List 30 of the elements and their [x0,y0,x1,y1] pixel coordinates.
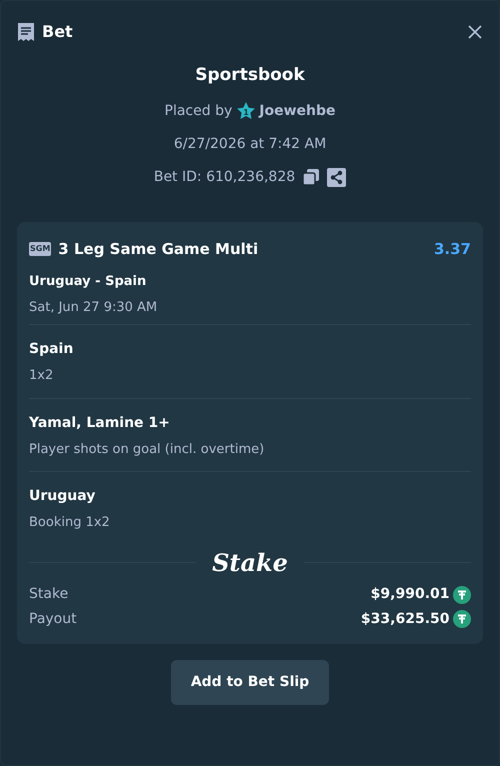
sgm-badge: SGM [29,242,52,256]
selection-name: Spain [29,340,74,359]
share-icon[interactable] [327,168,346,186]
brand-logo: Stake [211,546,289,578]
tether-coin-icon [453,586,471,604]
bet-title: 3 Leg Same Game Multi [58,238,258,260]
add-to-bet-slip-button[interactable]: Add to Bet Slip [170,660,330,704]
placed-by-label: Placed by [164,102,232,120]
match-name: Uruguay - Spain [29,273,148,291]
username-link[interactable]: Joewehbe [259,100,336,122]
selection-name: Yamal, Lamine 1+ [29,414,171,432]
date-text: 6/27/2026 at 7:42 AM [174,134,326,154]
dialog-title: Bet [42,21,73,43]
total-label: Payout [29,610,77,628]
selection-name: Uruguay [29,487,96,506]
market-name: Booking 1x2 [29,514,111,532]
bet-id-text: Bet ID: 610,236,828 [154,168,296,186]
market-name: Player shots on goal (incl. overtime) [29,440,266,458]
odds-value: 3.37 [434,238,471,260]
copy-icon[interactable] [302,168,320,186]
tether-coin-icon [453,610,471,628]
close-button[interactable] [467,24,483,40]
receipt-icon [17,22,35,42]
market-name: 1x2 [29,367,54,385]
sportsbook-title: Sportsbook [195,64,305,87]
match-time: Sat, Jun 27 9:30 AM [29,298,158,316]
amount-value: $9,990.01 [370,585,450,604]
amount-value: $33,625.50 [360,610,450,628]
star-rank-icon: 1 [236,101,256,121]
total-label: Stake [29,585,68,604]
